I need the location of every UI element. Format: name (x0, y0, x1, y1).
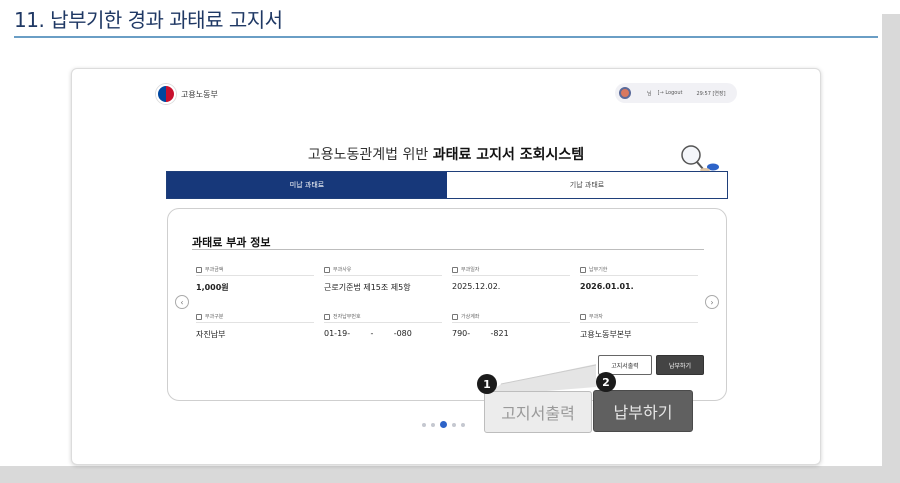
step-badge-1: 1 (477, 374, 497, 394)
pay-callout: 납부하기 (593, 390, 693, 432)
slide: 11. 납부기한 경과 과태료 고지서 고용노동부 님 [→ Logout 29… (0, 0, 900, 483)
print-notice-callout: 고지서출력 (484, 391, 592, 433)
step-badge-2: 2 (596, 372, 616, 392)
callout-pointer (485, 364, 597, 396)
